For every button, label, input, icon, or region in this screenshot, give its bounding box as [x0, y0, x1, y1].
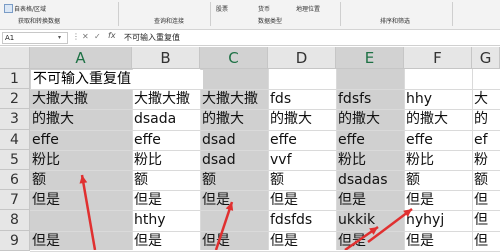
annotation-arrow [80, 174, 97, 250]
spreadsheet-grid[interactable]: A B C D E F G 1 2 3 4 5 6 7 8 9 大撒大撒 大撒大撒 大撒大撒 fds fdsfs hhy 大… [0, 47, 500, 252]
ribbon: 自表格/区域 获取和转换数据 查询和连接 股票 货币 地理位置 数据类型 排序和… [0, 0, 500, 30]
data-types-group-label: 数据类型 [258, 18, 283, 25]
get-transform-group-label: 获取和转换数据 [18, 18, 61, 25]
geography-button[interactable]: 地理位置 [296, 4, 320, 13]
cancel-icon[interactable]: ✕ [82, 32, 89, 41]
ribbon-separator [118, 2, 119, 26]
enter-icon[interactable]: ✓ [94, 32, 101, 41]
annotation-arrows [79, 174, 413, 250]
more-options-icon: ⋮ [72, 32, 80, 41]
formula-input[interactable]: 不可输入重复值 [124, 32, 180, 43]
formula-bar: A1 ▾ ⋮ ✕ ✓ fx 不可输入重复值 [0, 30, 500, 46]
ribbon-separator [210, 2, 211, 26]
arrowhead [225, 202, 234, 211]
chevron-down-icon[interactable]: ▾ [58, 34, 61, 41]
from-table-button[interactable]: 自表格/区域 [14, 4, 46, 13]
ribbon-separator [452, 2, 453, 26]
ribbon-separator [340, 2, 341, 26]
insert-function-button[interactable]: fx [108, 31, 116, 40]
annotation-arrow [367, 208, 413, 243]
stocks-button[interactable]: 股票 [216, 4, 228, 13]
queries-connections-group-label: 查询和连接 [154, 18, 185, 25]
table-range-icon[interactable] [4, 4, 13, 13]
currency-button[interactable]: 货币 [258, 4, 270, 13]
sort-filter-group-label: 排序和筛选 [380, 18, 411, 25]
